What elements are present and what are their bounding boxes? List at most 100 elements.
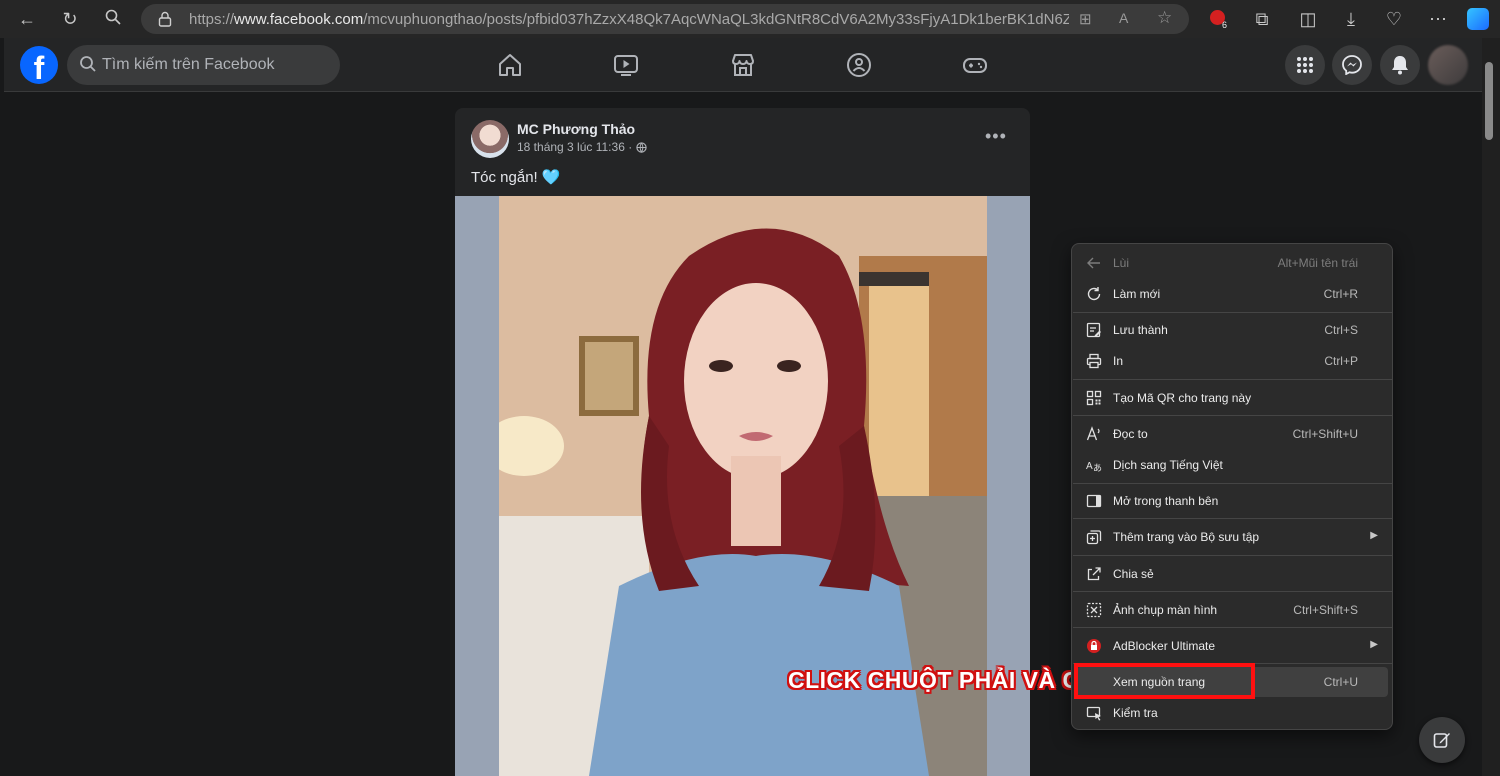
lock-icon[interactable] bbox=[158, 11, 172, 32]
menu-item-read-aloud[interactable]: Đọc to Ctrl+Shift+U bbox=[1076, 419, 1388, 449]
translate-icon: Aあ bbox=[1086, 461, 1102, 473]
copilot-icon[interactable] bbox=[1467, 8, 1489, 30]
menu-item-label: AdBlocker Ultimate bbox=[1113, 639, 1216, 653]
read-aloud-icon[interactable]: A bbox=[1119, 10, 1128, 26]
back-icon[interactable]: ← bbox=[17, 9, 37, 29]
author-avatar[interactable] bbox=[471, 120, 509, 158]
menu-item-inspect[interactable]: Kiểm tra bbox=[1076, 698, 1388, 728]
highlight-rectangle bbox=[1074, 663, 1255, 699]
settings-more-icon[interactable]: ⋯ bbox=[1428, 9, 1448, 29]
reload-icon[interactable]: ↻ bbox=[60, 9, 80, 29]
menu-item-screenshot[interactable]: Ảnh chụp màn hình Ctrl+Shift+S bbox=[1076, 595, 1388, 625]
globe-icon bbox=[635, 142, 647, 153]
menu-item-label: Lùi bbox=[1113, 256, 1130, 270]
collections-icon bbox=[1086, 530, 1102, 545]
submenu-arrow-icon: ▶ bbox=[1370, 530, 1378, 541]
menu-item-shortcut: Ctrl+S bbox=[1324, 323, 1358, 337]
search-icon bbox=[79, 55, 97, 73]
extensions-puzzle-icon[interactable]: ⧉ bbox=[1252, 9, 1272, 29]
svg-text:A: A bbox=[1086, 461, 1093, 472]
messenger-icon bbox=[1342, 55, 1362, 75]
post-time-text: 18 tháng 3 lúc 11:36 · bbox=[517, 140, 633, 154]
url-scheme: https:// bbox=[189, 11, 235, 28]
menu-separator bbox=[1073, 483, 1393, 484]
bell-icon bbox=[1392, 56, 1408, 75]
gaming-icon[interactable] bbox=[962, 52, 988, 78]
menu-item-print[interactable]: In Ctrl+P bbox=[1076, 346, 1388, 376]
menu-item-shortcut: Ctrl+P bbox=[1324, 354, 1358, 368]
save-as-icon bbox=[1086, 322, 1101, 338]
read-aloud-icon bbox=[1086, 426, 1100, 441]
adblocker-icon bbox=[1087, 639, 1101, 653]
marketplace-icon[interactable] bbox=[730, 52, 756, 78]
refresh-icon bbox=[1087, 287, 1101, 301]
home-icon[interactable] bbox=[497, 52, 523, 78]
menu-separator bbox=[1073, 591, 1393, 592]
menu-item-translate[interactable]: Aあ Dịch sang Tiếng Việt bbox=[1076, 450, 1388, 480]
menu-separator bbox=[1073, 555, 1393, 556]
messenger-button[interactable] bbox=[1332, 45, 1372, 85]
post-timestamp[interactable]: 18 tháng 3 lúc 11:36 · bbox=[517, 140, 647, 154]
video-icon[interactable] bbox=[613, 52, 639, 78]
qr-code-icon bbox=[1086, 390, 1102, 406]
printer-icon bbox=[1086, 353, 1102, 369]
menu-item-label: Thêm trang vào Bộ sưu tập bbox=[1113, 530, 1260, 544]
search-input[interactable]: Tìm kiếm trên Facebook bbox=[67, 45, 340, 85]
menu-item-label: Kiểm tra bbox=[1113, 706, 1158, 720]
scrollbar-thumb[interactable] bbox=[1485, 62, 1493, 140]
new-message-button[interactable] bbox=[1419, 717, 1465, 763]
address-url[interactable]: https://www.facebook.com/mcvuphuongthao/… bbox=[189, 11, 1069, 28]
post-text: Tóc ngắn! 🩵 bbox=[471, 169, 561, 186]
address-bar[interactable]: https://www.facebook.com/mcvuphuongthao/… bbox=[141, 4, 1189, 34]
post-author[interactable]: MC Phương Thảo bbox=[517, 121, 635, 137]
facebook-header: f Tìm kiếm trên Facebook bbox=[4, 38, 1482, 92]
url-path: /mcvuphuongthao/posts/pfbid037hZzxX48Qk7… bbox=[363, 11, 1069, 28]
downloads-icon[interactable]: ⤓ bbox=[1341, 9, 1361, 29]
submenu-arrow-icon: ▶ bbox=[1370, 639, 1378, 650]
menu-item-label: Mở trong thanh bên bbox=[1113, 494, 1219, 508]
browser-toolbar: ← ↻ https://www.facebook.com/mcvuphuongt… bbox=[0, 0, 1500, 38]
svg-text:あ: あ bbox=[1093, 463, 1102, 473]
menu-separator bbox=[1073, 627, 1393, 628]
menu-item-label: Ảnh chụp màn hình bbox=[1113, 603, 1218, 617]
menu-item-open-in-sidebar[interactable]: Mở trong thanh bên bbox=[1076, 486, 1388, 516]
url-domain: www.facebook.com bbox=[234, 11, 364, 28]
share-icon bbox=[1087, 567, 1101, 581]
notifications-button[interactable] bbox=[1380, 45, 1420, 85]
menu-separator bbox=[1073, 518, 1393, 519]
page-scrollbar[interactable] bbox=[1482, 38, 1500, 776]
menu-item-label: Tạo Mã QR cho trang này bbox=[1113, 391, 1252, 405]
menu-item-shortcut: Alt+Mũi tên trái bbox=[1277, 256, 1358, 270]
compose-icon bbox=[1433, 733, 1450, 748]
menu-item-back[interactable]: Lùi Alt+Mũi tên trái bbox=[1076, 248, 1388, 278]
menu-grid-button[interactable] bbox=[1285, 45, 1325, 85]
menu-item-shortcut: Ctrl+Shift+S bbox=[1293, 603, 1358, 617]
menu-item-label: In bbox=[1113, 354, 1124, 368]
sidebar-icon bbox=[1086, 494, 1102, 508]
screenshot-icon bbox=[1086, 602, 1102, 618]
app-available-icon[interactable]: ⊞ bbox=[1079, 10, 1092, 28]
browser-essentials-icon[interactable]: ♡ bbox=[1384, 9, 1404, 29]
split-screen-icon[interactable]: ◫ bbox=[1298, 9, 1318, 29]
inspect-icon bbox=[1086, 706, 1101, 721]
menu-item-qr-code[interactable]: Tạo Mã QR cho trang này bbox=[1076, 383, 1388, 413]
menu-item-label: Dịch sang Tiếng Việt bbox=[1113, 458, 1223, 472]
menu-item-shortcut: Ctrl+Shift+U bbox=[1292, 427, 1358, 441]
menu-separator bbox=[1073, 379, 1393, 380]
context-menu: Lùi Alt+Mũi tên trái Làm mới Ctrl+R Lưu … bbox=[1071, 243, 1393, 730]
menu-item-shortcut: Ctrl+U bbox=[1323, 675, 1358, 689]
facebook-logo[interactable]: f bbox=[20, 46, 58, 84]
groups-icon[interactable] bbox=[846, 52, 872, 78]
menu-item-add-to-collections[interactable]: Thêm trang vào Bộ sưu tập ▶ bbox=[1076, 522, 1388, 552]
profile-avatar[interactable] bbox=[1428, 45, 1468, 85]
back-arrow-icon bbox=[1087, 257, 1100, 269]
search-icon[interactable] bbox=[103, 9, 123, 29]
grid-icon bbox=[1297, 57, 1313, 73]
post-more-options-button[interactable]: ••• bbox=[985, 126, 1007, 147]
favorite-star-icon[interactable]: ☆ bbox=[1157, 8, 1172, 28]
menu-item-save-as[interactable]: Lưu thành Ctrl+S bbox=[1076, 315, 1388, 345]
menu-item-share[interactable]: Chia sẻ bbox=[1076, 559, 1388, 589]
menu-item-refresh[interactable]: Làm mới Ctrl+R bbox=[1076, 279, 1388, 309]
menu-item-adblocker-ultimate[interactable]: AdBlocker Ultimate ▶ bbox=[1076, 631, 1388, 661]
search-placeholder: Tìm kiếm trên Facebook bbox=[102, 56, 275, 73]
